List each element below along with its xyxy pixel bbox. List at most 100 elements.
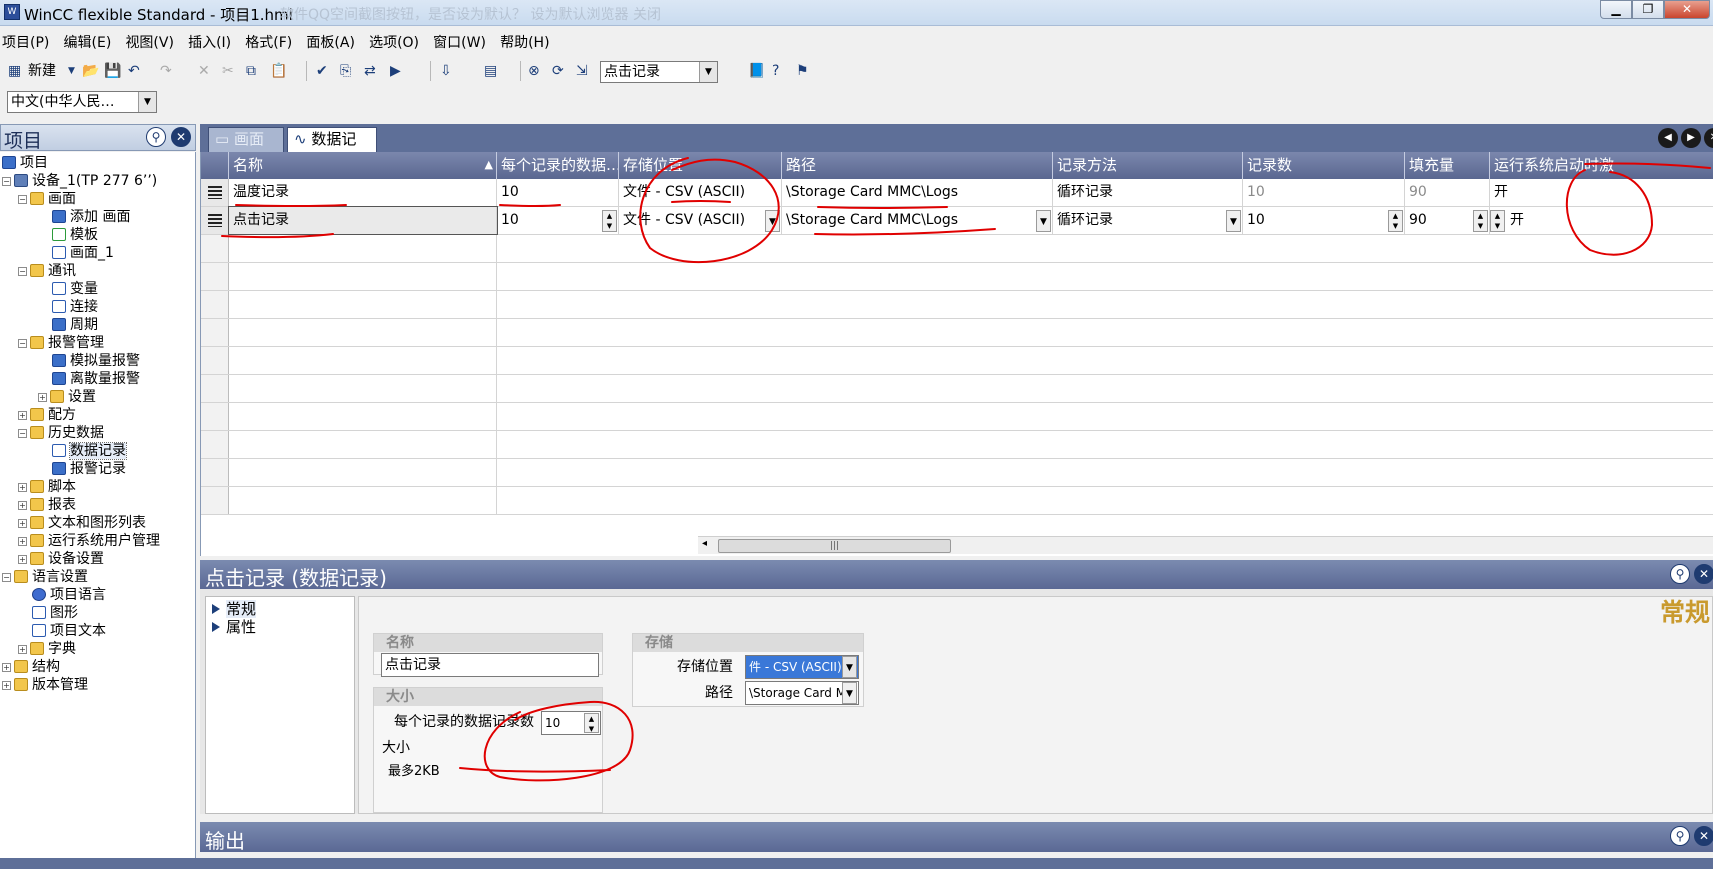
runtime-icon[interactable]: ▶: [390, 61, 401, 81]
collapse-icon[interactable]: −: [18, 339, 27, 348]
pin-icon[interactable]: ⚲: [146, 127, 166, 147]
undo-icon[interactable]: ↶: [128, 61, 140, 81]
tab-screen-1[interactable]: ▭ 画面_1: [208, 127, 284, 170]
new-button-label[interactable]: 新建: [28, 61, 56, 81]
menu-help[interactable]: 帮助(H): [498, 29, 557, 52]
sort-ascending-icon[interactable]: ▲: [485, 152, 493, 178]
tree-item[interactable]: 报警记录: [52, 460, 126, 478]
collapse-icon[interactable]: −: [18, 267, 27, 276]
tree-item[interactable]: − 历史数据: [18, 424, 104, 442]
refresh-icon[interactable]: ⟳: [552, 61, 564, 81]
transfer-icon[interactable]: ⇄: [364, 61, 376, 81]
collapse-icon[interactable]: −: [2, 177, 11, 186]
tree-item[interactable]: + 脚本: [18, 478, 76, 496]
chevron-down-icon[interactable]: ▼: [842, 682, 857, 704]
tree-item[interactable]: 项目: [2, 154, 48, 172]
menu-format[interactable]: 格式(F): [243, 29, 300, 52]
horizontal-scrollbar[interactable]: ◂ |||: [698, 536, 1713, 554]
table-cell-storage[interactable]: 文件 - CSV (ASCII) ▼: [619, 207, 782, 234]
expand-icon[interactable]: +: [18, 645, 27, 654]
tree-item[interactable]: + 设备设置: [18, 550, 104, 568]
chevron-down-icon[interactable]: ▼: [699, 62, 717, 82]
tree-item[interactable]: 周期: [52, 316, 98, 334]
table-row[interactable]: 点击记录 10 ▲ ▼ 文件 - CSV (ASCII) ▼ \Storage Card M…: [201, 206, 1713, 235]
table-cell-name[interactable]: 温度记录: [229, 179, 497, 206]
tree-item[interactable]: − 语言设置: [2, 568, 88, 586]
tree-item[interactable]: 画面_1: [52, 244, 114, 262]
tree-item[interactable]: 离散量报警: [52, 370, 140, 388]
menu-edit[interactable]: 编辑(E): [62, 29, 120, 52]
table-cell-path[interactable]: \Storage Card MMC\Logs: [782, 179, 1053, 206]
goto-icon[interactable]: ⇲: [576, 61, 588, 81]
tab-scroll-right-icon[interactable]: ▶: [1681, 128, 1701, 148]
tree-item[interactable]: 模板: [52, 226, 98, 244]
tree-item[interactable]: 变量: [52, 280, 98, 298]
object-selector-combo[interactable]: 点击记录 ▼: [600, 61, 718, 83]
binoculars-icon[interactable]: ⊗: [528, 61, 540, 81]
close-window-button[interactable]: ✕: [1664, 0, 1710, 19]
name-field[interactable]: 点击记录: [381, 653, 599, 677]
expand-icon[interactable]: +: [18, 519, 27, 528]
expand-icon[interactable]: +: [18, 555, 27, 564]
tree-item[interactable]: 数据记录: [52, 442, 127, 460]
tree-item[interactable]: − 画面: [18, 190, 76, 208]
expand-icon[interactable]: +: [18, 411, 27, 420]
records-per-log-stepper[interactable]: 10 ▲ ▼: [541, 711, 601, 735]
tree-item[interactable]: 项目语言: [32, 586, 106, 604]
expand-icon[interactable]: +: [38, 393, 47, 402]
table-cell-records-per-log[interactable]: 10 ▲ ▼: [497, 207, 619, 234]
nav-item-general[interactable]: 常规: [212, 600, 257, 618]
column-header-activate[interactable]: 运行系统启动时激: [1490, 152, 1713, 179]
column-header-fill[interactable]: 填充量: [1405, 152, 1490, 179]
menu-options[interactable]: 选项(O): [367, 29, 427, 52]
save-icon[interactable]: 💾: [104, 61, 121, 81]
table-cell-method[interactable]: 循环记录: [1053, 179, 1243, 206]
close-panel-icon[interactable]: ✕: [1694, 564, 1713, 584]
stepper-arrows-icon[interactable]: ▲ ▼: [602, 210, 617, 232]
table-cell-activate[interactable]: 开 ▲ ▼: [1490, 207, 1713, 234]
tree-item[interactable]: − 设备_1(TP 277 6’’): [2, 172, 157, 190]
table-cell-method[interactable]: 循环记录 ▼: [1053, 207, 1243, 234]
stepper-arrows-icon[interactable]: ▲ ▼: [1490, 210, 1505, 232]
minimize-button[interactable]: ▁: [1600, 0, 1632, 19]
table-cell-records-per-log[interactable]: 10: [497, 179, 619, 206]
stepper-arrows-icon[interactable]: ▲ ▼: [1473, 210, 1488, 232]
delete-icon[interactable]: ✕: [198, 61, 210, 81]
layout-icon[interactable]: ▤: [484, 61, 497, 81]
table-cell-activate[interactable]: 开: [1490, 179, 1713, 206]
maximize-button[interactable]: ❐: [1632, 0, 1664, 19]
pin-icon[interactable]: ⚲: [1670, 826, 1690, 846]
column-header-records-per-log[interactable]: 每个记录的数据…: [497, 152, 619, 179]
scrollbar-thumb[interactable]: |||: [718, 539, 951, 553]
tab-scroll-left-icon[interactable]: ◀: [1658, 128, 1678, 148]
context-help-icon[interactable]: ⚑: [796, 61, 809, 81]
tree-item[interactable]: − 通讯: [18, 262, 76, 280]
table-cell-path[interactable]: \Storage Card MMC\Logs ▼: [782, 207, 1053, 234]
tree-item[interactable]: + 配方: [18, 406, 76, 424]
tree-item[interactable]: − 报警管理: [18, 334, 104, 352]
expand-icon[interactable]: +: [18, 537, 27, 546]
collapse-icon[interactable]: −: [18, 195, 27, 204]
copy-icon[interactable]: ⧉: [246, 61, 256, 81]
tree-item[interactable]: + 版本管理: [2, 676, 88, 694]
expand-icon[interactable]: +: [2, 663, 11, 672]
table-row[interactable]: 温度记录 10 文件 - CSV (ASCII) \Storage Card MMC\…: [201, 179, 1713, 207]
menu-panel[interactable]: 面板(A): [304, 29, 363, 52]
new-dropdown-icon[interactable]: ▼: [68, 61, 75, 81]
tree-item[interactable]: 项目文本: [32, 622, 106, 640]
tree-item[interactable]: 连接: [52, 298, 98, 316]
table-cell-fill[interactable]: 90: [1405, 179, 1490, 206]
table-cell-count[interactable]: 10: [1243, 179, 1405, 206]
scroll-left-icon[interactable]: ◂: [702, 538, 707, 549]
help-icon[interactable]: ?: [772, 61, 779, 81]
tree-item[interactable]: + 设置: [38, 388, 96, 406]
table-cell-fill[interactable]: 90 ▲ ▼: [1405, 207, 1490, 234]
paste-icon[interactable]: 📋: [270, 61, 287, 81]
language-combo[interactable]: 中文(中华人民… ▼: [7, 91, 157, 113]
menu-project[interactable]: 项目(P): [0, 29, 57, 52]
tree-item[interactable]: + 结构: [2, 658, 60, 676]
check-icon[interactable]: ✔: [316, 61, 328, 81]
compile-icon[interactable]: ⎘: [340, 61, 351, 81]
menu-view[interactable]: 视图(V): [123, 29, 182, 52]
download-icon[interactable]: ⇩: [440, 61, 452, 81]
